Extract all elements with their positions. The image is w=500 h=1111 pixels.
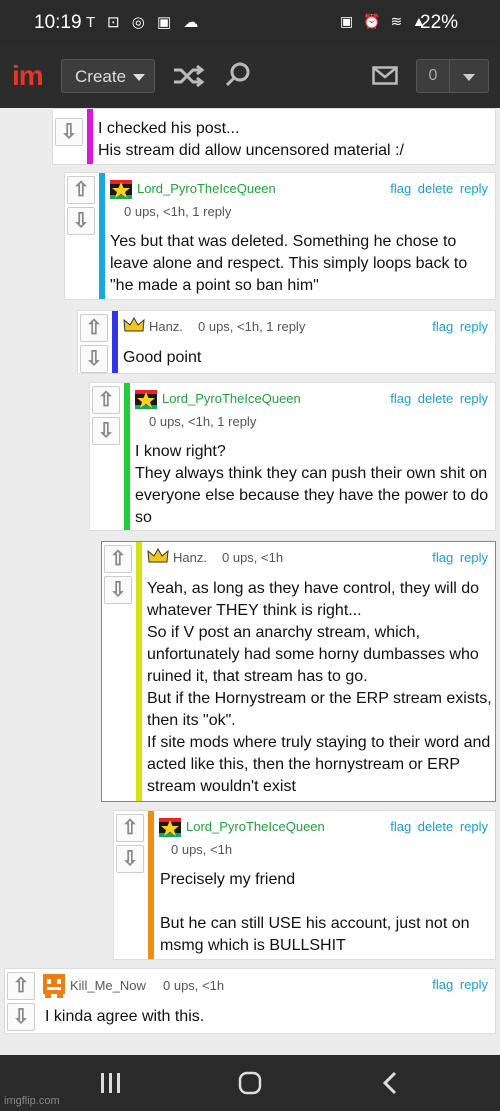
user-avatar[interactable] [135, 390, 157, 409]
comment: ⇩ I checked his post... His stream did a… [52, 108, 496, 165]
downvote-button[interactable]: ⇩ [116, 845, 144, 873]
comment: ⇧ ⇩ Kill_Me_Now 0 ups, <1h flag reply I k… [4, 968, 496, 1034]
comment-actions[interactable]: flag delete reply [390, 819, 488, 834]
username-link[interactable]: Kill_Me_Now [70, 978, 146, 993]
status-time: 10:19 [34, 12, 82, 33]
comment-actions[interactable]: flag reply [432, 550, 488, 565]
downvote-button[interactable]: ⇩ [92, 417, 120, 445]
downvote-button[interactable]: ⇩ [104, 576, 132, 604]
system-nav-bar [0, 1055, 500, 1111]
back-icon[interactable] [381, 1071, 399, 1095]
crown-icon [123, 317, 145, 332]
vote-column: ⇩ [53, 109, 87, 164]
downvote-button[interactable]: ⇩ [67, 207, 95, 235]
comment-actions[interactable]: flag reply [432, 977, 488, 992]
thread-indent-bar [87, 109, 93, 164]
vote-column: ⇧ ⇩ [65, 173, 99, 299]
thread-indent-bar [99, 173, 105, 299]
username-link[interactable]: Hanz. [149, 319, 183, 334]
upvote-button[interactable]: ⇧ [7, 972, 35, 1000]
comment-text: I know right? They always think they can… [135, 443, 489, 526]
username-link[interactable]: Lord_PyroTheIceQueen [137, 181, 276, 196]
crown-icon [147, 548, 169, 563]
upvote-button[interactable]: ⇧ [116, 814, 144, 842]
comment-text: Good point [123, 349, 202, 366]
comment: ⇧ ⇩ Hanz. 0 ups, <1h, 1 reply flag reply … [77, 310, 496, 374]
username-link[interactable]: Lord_PyroTheIceQueen [186, 819, 325, 834]
chevron-down-icon[interactable] [463, 74, 475, 81]
comment: ⇧ ⇩ Lord_PyroTheIceQueen flag delete repl… [113, 810, 496, 960]
home-icon[interactable] [238, 1071, 262, 1095]
upvote-button[interactable]: ⇧ [67, 176, 95, 204]
username-link[interactable]: Lord_PyroTheIceQueen [162, 391, 301, 406]
comment-meta: 0 ups, <1h [222, 550, 284, 565]
chevron-down-icon [133, 74, 145, 81]
thread-indent-bar [148, 811, 154, 959]
comment-meta: 0 ups, <1h, 1 reply [149, 414, 257, 429]
notifications-button[interactable]: 0 [416, 59, 489, 93]
shuffle-icon[interactable] [172, 63, 206, 89]
recent-apps-icon[interactable] [100, 1073, 122, 1093]
top-nav-bar: im Create 0 [0, 44, 500, 108]
create-button[interactable]: Create [61, 59, 155, 93]
comment-actions[interactable]: flag reply [432, 319, 488, 334]
user-avatar[interactable] [110, 180, 132, 199]
vote-column: ⇧ ⇩ [5, 969, 39, 1033]
mail-icon[interactable] [372, 66, 398, 85]
watermark: imgflip.com [4, 1095, 60, 1107]
comment-meta: 0 ups, <1h [163, 978, 225, 993]
comment-text: I kinda agree with this. [45, 1008, 205, 1025]
downvote-button[interactable]: ⇩ [80, 345, 108, 373]
thread-indent-bar [136, 542, 142, 801]
comment-text: Yes but that was deleted. Something he c… [110, 233, 468, 294]
comment: ⇧ ⇩ Lord_PyroTheIceQueen flag delete repl… [64, 172, 496, 300]
user-avatar[interactable] [159, 818, 181, 837]
comment: ⇧ ⇩ Lord_PyroTheIceQueen flag delete repl… [89, 382, 496, 531]
downvote-button[interactable]: ⇩ [7, 1003, 35, 1031]
comment-meta: 0 ups, <1h, 1 reply [124, 204, 232, 219]
notification-count: 0 [417, 60, 450, 92]
vote-column: ⇧ ⇩ [114, 811, 148, 959]
comment: ⇧ ⇩ Hanz. 0 ups, <1h flag reply Yeah, as … [101, 541, 496, 802]
comment-actions[interactable]: flag delete reply [390, 181, 488, 196]
vote-column: ⇧ ⇩ [78, 311, 112, 373]
search-icon[interactable] [224, 61, 252, 89]
upvote-button[interactable]: ⇧ [80, 314, 108, 342]
comment-text: Precisely my friend But he can still USE… [160, 871, 470, 954]
battery-level: 22% [420, 12, 459, 33]
comment-meta: 0 ups, <1h [171, 842, 233, 857]
notification-icons: T ⊡ ◎ ▣ ☁ [86, 14, 203, 31]
vote-column: ⇧ ⇩ [90, 383, 124, 530]
status-bar: 10:19 T ⊡ ◎ ▣ ☁ ▣ ⏰ ≋ ▲ 22% [0, 0, 500, 44]
downvote-button[interactable]: ⇩ [55, 118, 83, 146]
comment-text: Yeah, as long as they have control, they… [147, 580, 492, 795]
comment-text: I checked his post... His stream did all… [98, 120, 404, 159]
username-link[interactable]: Hanz. [173, 550, 207, 565]
vote-column: ⇧ ⇩ [102, 542, 136, 801]
user-avatar[interactable] [41, 974, 67, 998]
thread-indent-bar [112, 311, 118, 373]
upvote-button[interactable]: ⇧ [104, 545, 132, 573]
comment-meta: 0 ups, <1h, 1 reply [198, 319, 306, 334]
thread-indent-bar [124, 383, 130, 530]
comment-actions[interactable]: flag delete reply [390, 391, 488, 406]
system-icons: ▣ ⏰ ≋ ▲ [340, 13, 429, 29]
upvote-button[interactable]: ⇧ [92, 386, 120, 414]
site-logo[interactable]: im [12, 60, 44, 92]
